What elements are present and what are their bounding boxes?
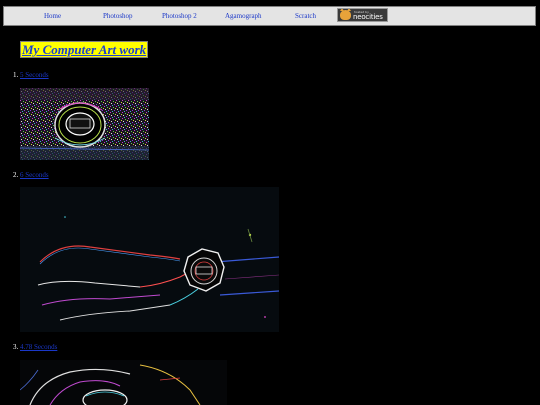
neocities-badge-brand-text: neocities xyxy=(353,13,383,21)
neocities-cat-icon xyxy=(340,9,351,20)
artwork-image-3-graphic xyxy=(20,360,227,405)
artwork-link-2[interactable]: 6 Seconds xyxy=(20,171,49,179)
page: Home Photoshop Photoshop 2 Agamograph Sc… xyxy=(0,0,540,405)
artwork-number: 3. xyxy=(13,343,19,351)
nav-link-photoshop-2[interactable]: Photoshop 2 xyxy=(162,12,197,21)
artwork-image-1-graphic xyxy=(20,88,149,160)
nav-link-agamograph[interactable]: Agamograph xyxy=(225,12,262,21)
page-title[interactable]: My Computer Art work xyxy=(20,41,149,58)
artwork-link-3[interactable]: 4.78 Seconds xyxy=(20,343,57,351)
artwork-image-3 xyxy=(20,360,227,405)
artwork-image-1 xyxy=(20,88,149,160)
neocities-badge[interactable]: hosted by neocities xyxy=(337,8,388,22)
artwork-image-2 xyxy=(20,187,279,332)
artwork-image-2-graphic xyxy=(20,187,279,332)
artwork-number: 2. xyxy=(13,171,19,179)
artwork-list-item-2: 2. 6 Seconds xyxy=(13,171,49,180)
nav-link-scratch[interactable]: Scratch xyxy=(295,12,316,21)
nav-link-home[interactable]: Home xyxy=(44,12,61,21)
artwork-list-item-1: 1. 5 Seconds xyxy=(13,71,49,80)
nav-link-photoshop[interactable]: Photoshop xyxy=(103,12,133,21)
artwork-number: 1. xyxy=(13,71,19,79)
top-nav-bar: Home Photoshop Photoshop 2 Agamograph Sc… xyxy=(3,6,536,26)
artwork-list-item-3: 3. 4.78 Seconds xyxy=(13,343,57,352)
artwork-link-1[interactable]: 5 Seconds xyxy=(20,71,49,79)
